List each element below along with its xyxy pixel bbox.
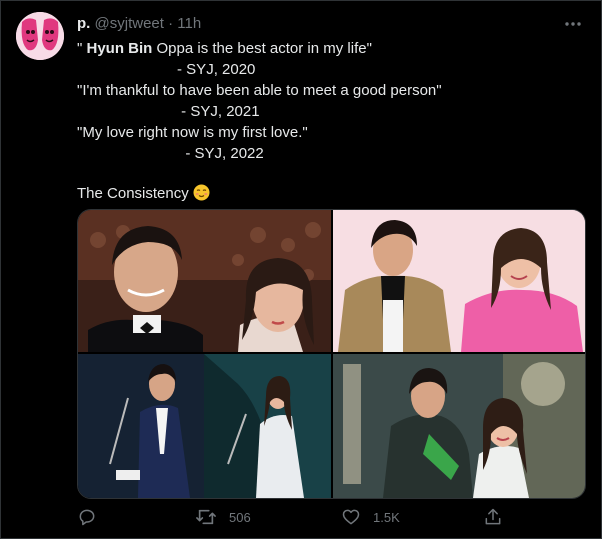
tweet-card[interactable]: p. @syjtweet · 11h " Hyun Bin Oppa is th… [0, 0, 602, 539]
attribution-line-3: - SYJ, 2022 [77, 145, 264, 162]
like-button[interactable]: 1.5K [341, 506, 400, 528]
quote-1-prefix: " [77, 40, 87, 57]
separator-dot: · [168, 15, 174, 32]
tweet-text: " Hyun Bin Oppa is the best actor in my … [77, 38, 577, 204]
retweet-count: 506 [229, 509, 251, 525]
retweet-button[interactable]: 506 [195, 506, 251, 528]
reply-icon [77, 507, 97, 527]
closing-text: The Consistency [77, 185, 189, 202]
quote-1-bold-name: Hyun Bin [86, 40, 153, 57]
like-count: 1.5K [373, 509, 400, 525]
smiling-face-emoji-icon [193, 184, 210, 201]
timestamp[interactable]: 11h [177, 15, 201, 32]
media-photo[interactable] [78, 354, 331, 498]
share-icon [483, 507, 503, 527]
media-photo[interactable] [333, 354, 585, 498]
retweet-icon [195, 507, 217, 527]
tweet-actions: 506 1.5K [77, 506, 577, 528]
closing-line: The Consistency [77, 183, 577, 204]
media-photo[interactable] [78, 210, 331, 352]
attribution-line-1: - SYJ, 2020 [77, 61, 256, 78]
heart-icon [341, 507, 361, 527]
display-name[interactable]: p. [77, 15, 90, 32]
attribution-line-2: - SYJ, 2021 [77, 103, 260, 120]
share-button[interactable] [483, 506, 503, 528]
quote-line-1: " Hyun Bin Oppa is the best actor in my … [77, 38, 577, 59]
quote-line-3: "My love right now is my first love." [77, 124, 308, 141]
quote-1-suffix: Oppa is the best actor in my life" [152, 40, 372, 57]
quote-line-2: "I'm thankful to have been able to meet … [77, 82, 442, 99]
reply-button[interactable] [77, 506, 109, 528]
media-photo[interactable] [333, 210, 585, 352]
avatar[interactable] [16, 12, 64, 60]
user-handle[interactable]: @syjtweet [95, 15, 164, 32]
more-options-icon[interactable] [563, 15, 583, 33]
media-grid[interactable] [77, 209, 586, 499]
tweet-header: p. @syjtweet · 11h [77, 15, 201, 33]
